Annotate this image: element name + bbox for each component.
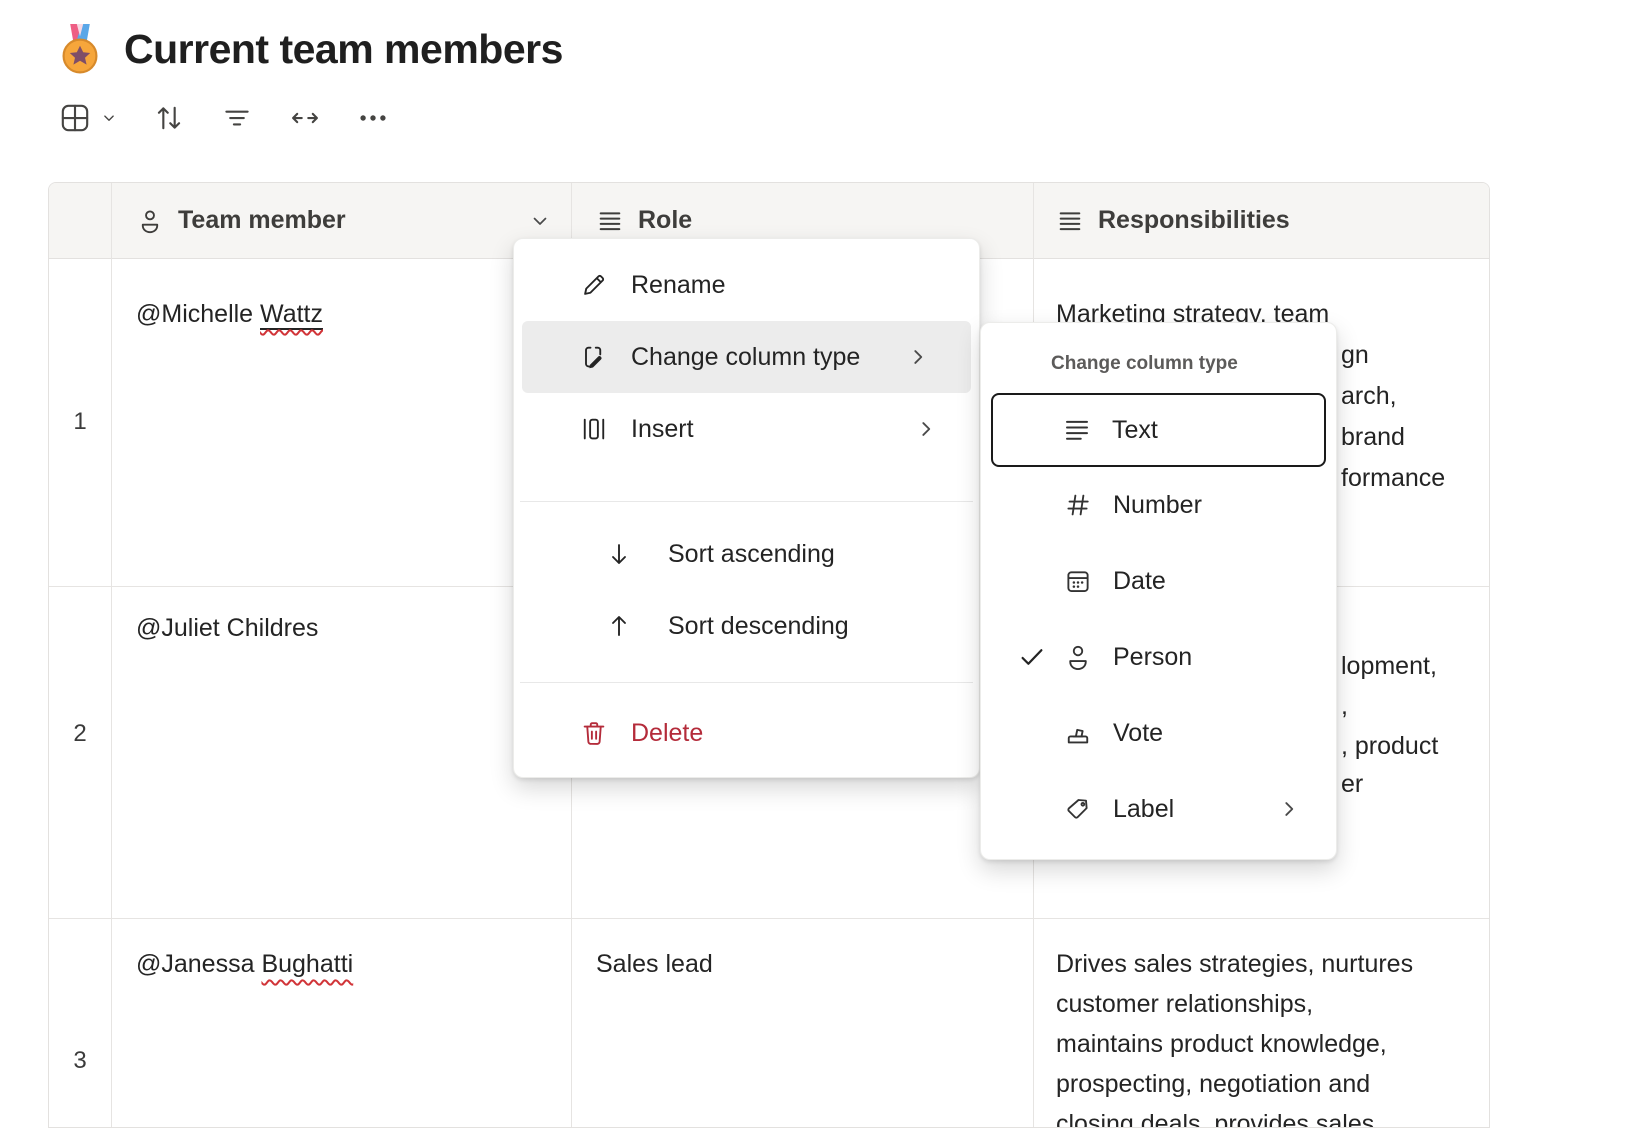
cell-team-member[interactable]: @Michelle Wattz: [136, 294, 323, 334]
cell-responsibilities-line: prospecting, negotiation and: [1056, 1064, 1370, 1104]
menu-item-change-column-type[interactable]: Change column type: [522, 321, 971, 393]
column-divider: [111, 183, 112, 1127]
cell-responsibilities-fragment: gn: [1341, 335, 1369, 375]
calendar-icon: [1063, 566, 1093, 596]
column-edit-icon: [579, 342, 609, 372]
tag-icon: [1063, 794, 1093, 824]
ellipsis-icon: [356, 101, 390, 135]
submenu-item-vote[interactable]: Vote: [981, 695, 1336, 771]
menu-item-label: Delete: [631, 719, 703, 748]
row-handle-3[interactable]: 3: [60, 1041, 100, 1081]
arrow-up-icon: [604, 611, 634, 641]
submenu-item-label-text: Label: [1113, 795, 1174, 824]
cell-responsibilities-line[interactable]: Drives sales strategies, nurtures: [1056, 944, 1413, 984]
ballot-box-icon: [1063, 718, 1093, 748]
row-divider: [49, 918, 1489, 919]
cell-responsibilities-fragment: formance: [1341, 458, 1445, 498]
cell-role[interactable]: Sales lead: [596, 944, 713, 984]
person-icon: [1063, 642, 1093, 672]
mention-text-flagged: Bughatti: [261, 950, 353, 978]
submenu-item-text[interactable]: Text: [991, 393, 1326, 467]
menu-item-sort-ascending[interactable]: Sort ascending: [514, 518, 979, 590]
row-handle-2[interactable]: 2: [60, 714, 100, 754]
submenu-item-person[interactable]: Person: [981, 619, 1336, 695]
arrow-down-icon: [604, 539, 634, 569]
submenu-item-label: Number: [1113, 491, 1202, 520]
arrows-up-down-icon: [152, 101, 186, 135]
chevron-right-icon: [1276, 796, 1302, 822]
menu-item-label: Sort ascending: [668, 540, 835, 569]
sports-medal-icon: [56, 22, 104, 76]
submenu-header: Change column type: [981, 349, 1336, 379]
more-options-button[interactable]: [356, 101, 390, 135]
menu-divider: [520, 682, 973, 683]
column-header-responsibilities[interactable]: Responsibilities: [1056, 183, 1476, 258]
chevron-down-icon[interactable]: [528, 209, 552, 233]
table-toolbar: [58, 96, 390, 140]
column-insert-icon: [579, 414, 609, 444]
cell-responsibilities-fragment: , product: [1341, 726, 1438, 766]
submenu-item-label: Date: [1113, 567, 1166, 596]
submenu-item-label: Person: [1113, 643, 1192, 672]
menu-divider: [520, 501, 973, 502]
mention-text-flagged: Wattz: [260, 300, 323, 330]
menu-item-insert[interactable]: Insert: [514, 393, 979, 465]
filter-button[interactable]: [220, 101, 254, 135]
text-lines-icon: [1062, 415, 1092, 445]
row-handle-1[interactable]: 1: [60, 402, 100, 442]
loop-table-page: Current team members: [0, 0, 1650, 1128]
chevron-down-icon: [100, 109, 118, 127]
chevron-right-icon: [905, 344, 931, 370]
number-sign-icon: [1063, 490, 1093, 520]
pencil-icon: [579, 270, 609, 300]
submenu-item-date[interactable]: Date: [981, 543, 1336, 619]
submenu-item-label: Text: [1112, 416, 1158, 445]
mention-text: @Janessa: [136, 950, 261, 978]
menu-item-label: Insert: [631, 415, 694, 444]
column-header-label: Role: [638, 206, 692, 235]
cell-responsibilities-fragment: brand: [1341, 417, 1405, 457]
filter-lines-icon: [220, 101, 254, 135]
arrows-left-right-icon: [288, 101, 322, 135]
menu-item-label: Change column type: [631, 343, 860, 372]
menu-item-label: Rename: [631, 271, 726, 300]
table-view-button[interactable]: [58, 101, 118, 135]
chevron-right-icon: [913, 416, 939, 442]
change-column-type-submenu: Change column type Text Number: [980, 322, 1337, 860]
cell-team-member[interactable]: @Janessa Bughatti: [136, 944, 353, 984]
submenu-item-label: Vote: [1113, 719, 1163, 748]
column-header-label: Team member: [178, 206, 346, 235]
column-width-button[interactable]: [288, 101, 322, 135]
submenu-item-label[interactable]: Label: [981, 771, 1336, 847]
cell-responsibilities-line: customer relationships,: [1056, 984, 1313, 1024]
menu-item-delete[interactable]: Delete: [514, 697, 979, 769]
text-lines-icon: [1056, 207, 1084, 235]
sort-button[interactable]: [152, 101, 186, 135]
trash-icon: [579, 718, 609, 748]
page-title: Current team members: [124, 26, 563, 73]
person-icon: [136, 207, 164, 235]
cell-responsibilities-line: maintains product knowledge,: [1056, 1024, 1387, 1064]
menu-item-label: Sort descending: [668, 612, 849, 641]
submenu-item-number[interactable]: Number: [981, 467, 1336, 543]
table-grid-icon: [58, 101, 92, 135]
checkmark-icon: [1017, 642, 1047, 672]
column-header-label: Responsibilities: [1098, 206, 1290, 235]
menu-item-sort-descending[interactable]: Sort descending: [514, 590, 979, 662]
page-header: Current team members: [56, 22, 563, 76]
cell-team-member[interactable]: @Juliet Childres: [136, 608, 318, 648]
text-lines-icon: [596, 207, 624, 235]
menu-item-rename[interactable]: Rename: [514, 249, 979, 321]
column-context-menu: Rename Change column type In: [513, 238, 980, 778]
cell-responsibilities-fragment: arch,: [1341, 376, 1397, 416]
mention-text: @Michelle: [136, 300, 260, 328]
column-header-team-member[interactable]: Team member: [136, 183, 566, 258]
cell-responsibilities-fragment: ,: [1341, 686, 1348, 726]
cell-responsibilities-fragment: er: [1341, 764, 1363, 804]
cell-responsibilities-fragment: lopment,: [1341, 646, 1437, 686]
cell-responsibilities-line: closing deals, provides sales: [1056, 1104, 1374, 1128]
